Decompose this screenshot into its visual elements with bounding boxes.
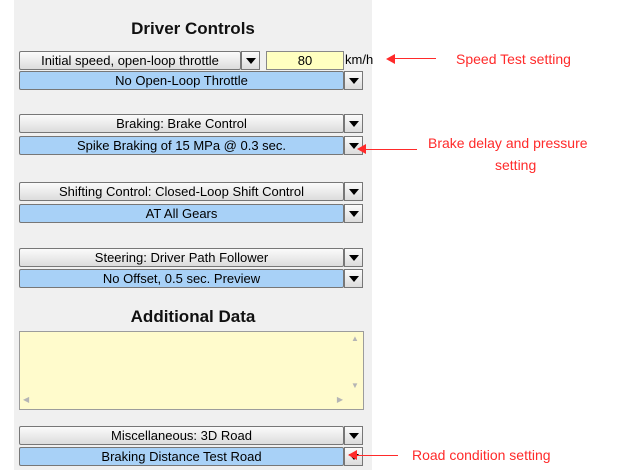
scroll-left-icon[interactable]: ◀: [23, 395, 29, 404]
shifting-row: Shifting Control: Closed-Loop Shift Cont…: [19, 182, 363, 201]
braking-category-dropdown[interactable]: Braking: Brake Control: [19, 114, 344, 133]
shifting-value: AT All Gears: [145, 206, 218, 221]
additional-data-title: Additional Data: [130, 307, 256, 326]
horizontal-scrollbar[interactable]: ◀ ▶: [20, 392, 346, 409]
shifting-category-label: Shifting Control: Closed-Loop Shift Cont…: [59, 184, 304, 199]
scroll-right-icon[interactable]: ▶: [337, 395, 343, 404]
speed-mode-label: Initial speed, open-loop throttle: [41, 53, 219, 68]
speed-arrow-line: [394, 58, 436, 59]
brake-annotation-line1: Brake delay and pressure: [428, 135, 588, 151]
shifting-category-dropdown[interactable]: Shifting Control: Closed-Loop Shift Cont…: [19, 182, 344, 201]
misc-category-dropdown[interactable]: Miscellaneous: 3D Road: [19, 426, 344, 445]
misc-category-label: Miscellaneous: 3D Road: [111, 428, 252, 443]
speed-arrow-head-icon: [386, 54, 395, 64]
throttle-dropdown[interactable]: No Open-Loop Throttle: [19, 71, 344, 90]
scroll-up-icon[interactable]: ▲: [351, 334, 359, 343]
road-annotation: Road condition setting: [412, 447, 551, 463]
throttle-value: No Open-Loop Throttle: [115, 73, 248, 88]
steering-dropdown-arrow-icon[interactable]: [344, 269, 363, 288]
shifting-category-arrow-icon[interactable]: [344, 182, 363, 201]
additional-data-textarea[interactable]: ▲ ▼ ◀ ▶: [19, 331, 364, 410]
throttle-dropdown-arrow-icon[interactable]: [344, 71, 363, 90]
braking-dropdown[interactable]: Spike Braking of 15 MPa @ 0.3 sec.: [19, 136, 344, 155]
vertical-scrollbar[interactable]: ▲ ▼: [346, 332, 363, 392]
braking-row: Braking: Brake Control: [19, 114, 363, 133]
shifting-dropdown[interactable]: AT All Gears: [19, 204, 344, 223]
steering-value: No Offset, 0.5 sec. Preview: [102, 271, 261, 286]
driver-controls-title: Driver Controls: [131, 19, 255, 38]
scroll-down-icon[interactable]: ▼: [351, 381, 359, 390]
road-arrow-line: [356, 455, 398, 456]
road-dropdown[interactable]: Braking Distance Test Road: [19, 447, 344, 466]
braking-value: Spike Braking of 15 MPa @ 0.3 sec.: [76, 138, 287, 153]
brake-arrow-line: [365, 149, 417, 150]
steering-row: Steering: Driver Path Follower: [19, 248, 363, 267]
misc-category-arrow-icon[interactable]: [344, 426, 363, 445]
braking-category-arrow-icon[interactable]: [344, 114, 363, 133]
speed-mode-dropdown[interactable]: Initial speed, open-loop throttle: [19, 51, 241, 70]
road-value: Braking Distance Test Road: [101, 449, 262, 464]
misc-value-row: Braking Distance Test Road: [19, 447, 363, 466]
brake-annotation-line2: setting: [495, 157, 537, 173]
speed-unit-label: km/h: [345, 52, 374, 67]
braking-value-row: Spike Braking of 15 MPa @ 0.3 sec.: [19, 136, 363, 155]
braking-category-label: Braking: Brake Control: [116, 116, 247, 131]
steering-dropdown[interactable]: No Offset, 0.5 sec. Preview: [19, 269, 344, 288]
speed-row: Initial speed, open-loop throttle 80 km/…: [19, 51, 373, 70]
steering-category-label: Steering: Driver Path Follower: [94, 250, 269, 265]
steering-value-row: No Offset, 0.5 sec. Preview: [19, 269, 363, 288]
speed-mode-dropdown-arrow-icon[interactable]: [241, 51, 260, 70]
throttle-row: No Open-Loop Throttle: [19, 71, 363, 90]
shifting-value-row: AT All Gears: [19, 204, 363, 223]
speed-value-input[interactable]: 80: [266, 51, 344, 70]
steering-category-dropdown[interactable]: Steering: Driver Path Follower: [19, 248, 344, 267]
misc-row: Miscellaneous: 3D Road: [19, 426, 363, 445]
steering-category-arrow-icon[interactable]: [344, 248, 363, 267]
shifting-dropdown-arrow-icon[interactable]: [344, 204, 363, 223]
speed-annotation: Speed Test setting: [456, 51, 571, 67]
